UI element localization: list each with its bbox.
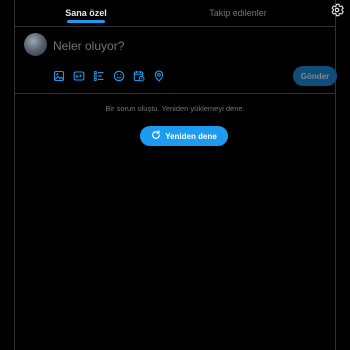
gif-icon[interactable] (73, 69, 85, 81)
active-tab-indicator (67, 20, 105, 23)
poll-icon[interactable] (93, 69, 105, 81)
send-button[interactable]: Gönder (293, 66, 337, 86)
compose-input[interactable] (53, 37, 293, 55)
schedule-icon[interactable] (133, 69, 145, 82)
image-icon[interactable] (53, 69, 65, 82)
tab-for-you-label: Sana özel (65, 8, 107, 18)
location-icon[interactable] (153, 69, 165, 82)
error-message: Bir sorun oluştu. Yeniden yüklemeyi dene… (105, 104, 245, 113)
retry-button-label: Yeniden dene (165, 131, 217, 141)
retry-button[interactable]: Yeniden dene (140, 126, 228, 146)
tab-following-label: Takip edilenler (209, 8, 267, 18)
app-frame: Sana özel Takip edilenler Neler oluyor? … (0, 0, 350, 350)
tab-following[interactable]: Takip edilenler (157, 0, 319, 26)
settings-gear-icon[interactable] (329, 2, 345, 18)
timeline-tabs: Sana özel Takip edilenler (15, 0, 344, 27)
avatar[interactable] (24, 33, 47, 56)
timeline-column: Sana özel Takip edilenler Neler oluyor? … (14, 0, 344, 350)
refresh-icon (151, 130, 161, 142)
emoji-icon[interactable] (113, 69, 125, 82)
tweet-composer: Gönder (15, 27, 337, 94)
